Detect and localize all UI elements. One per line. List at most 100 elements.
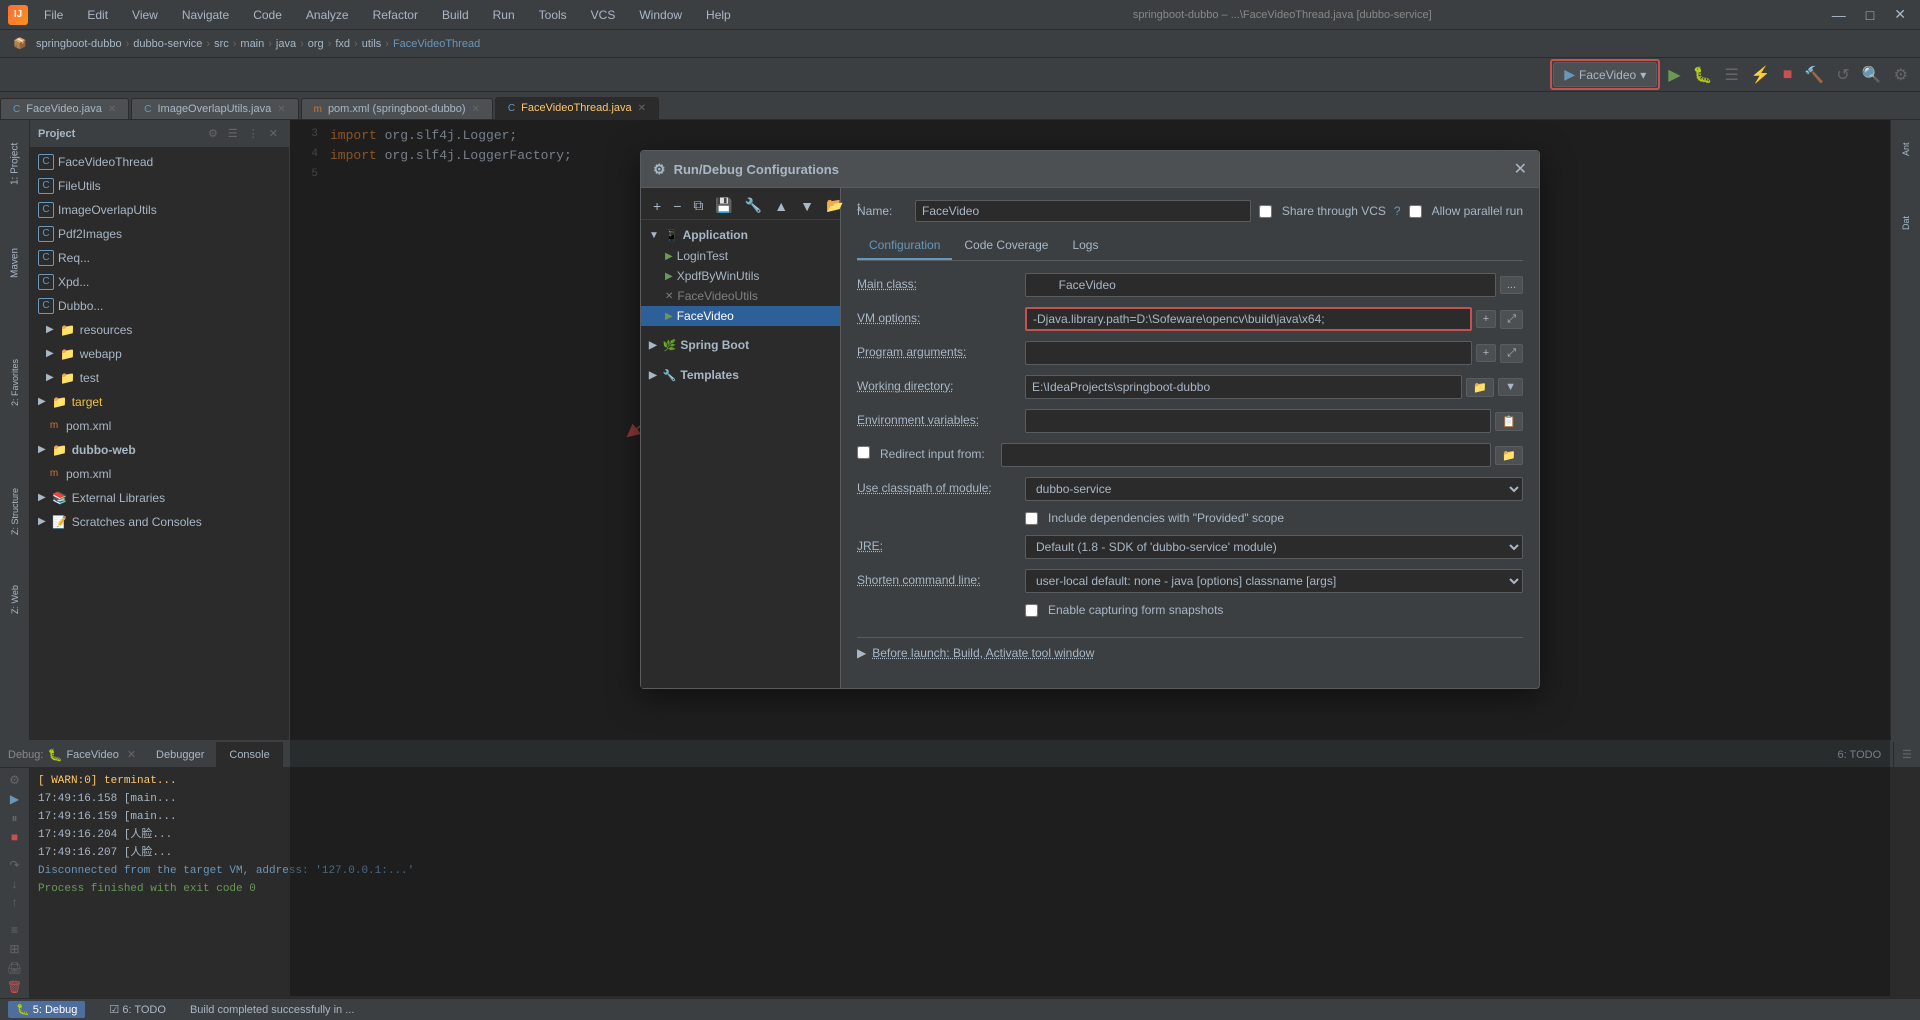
- redirect-input[interactable]: [1001, 443, 1492, 467]
- sidebar-structure-icon[interactable]: Z: Structure: [3, 476, 27, 546]
- right-sidebar-dat-icon[interactable]: Dat: [1894, 198, 1918, 248]
- panel-settings-button[interactable]: ⚙: [205, 126, 221, 141]
- config-item-logintest[interactable]: ▶ LoginTest: [641, 246, 840, 266]
- tree-item-pdf2images[interactable]: C Pdf2Images: [30, 222, 289, 246]
- debug-button[interactable]: 🐛: [1689, 63, 1717, 87]
- dialog-close-button[interactable]: ✕: [1514, 159, 1527, 179]
- tree-item-target[interactable]: ▶ 📁 target: [30, 390, 289, 414]
- parallel-run-checkbox[interactable]: [1409, 205, 1422, 218]
- build-button[interactable]: 🔨: [1800, 63, 1828, 87]
- code-menu[interactable]: Code: [245, 6, 290, 24]
- config-item-xpdfbywinutils[interactable]: ▶ XpdfByWinUtils: [641, 266, 840, 286]
- config-item-facevideo[interactable]: ▶ FaceVideo: [641, 306, 840, 326]
- status-debug-icon[interactable]: 🐛 5: Debug: [8, 1001, 85, 1018]
- tab-pomxml[interactable]: m pom.xml (springboot-dubbo) ✕: [301, 98, 493, 119]
- tree-item-resources[interactable]: ▶ 📁 resources: [30, 318, 289, 342]
- breadcrumb-dubbo-service[interactable]: dubbo-service: [133, 38, 202, 50]
- config-remove-button[interactable]: −: [669, 197, 685, 215]
- jre-select[interactable]: Default (1.8 - SDK of 'dubbo-service' mo…: [1025, 535, 1523, 559]
- include-deps-checkbox[interactable]: [1025, 512, 1038, 525]
- bottom-restart-button[interactable]: ⚙: [4, 772, 26, 789]
- sidebar-maven-icon[interactable]: Maven: [3, 238, 27, 288]
- tools-menu[interactable]: Tools: [531, 6, 575, 24]
- window-menu[interactable]: Window: [631, 6, 690, 24]
- config-copy-button[interactable]: ⧉: [689, 196, 707, 215]
- bottom-scroll-button[interactable]: ≡: [4, 921, 26, 938]
- redirect-checkbox[interactable]: [857, 446, 870, 459]
- tree-item-dubbo-web[interactable]: ▶ 📁 dubbo-web: [30, 438, 289, 462]
- env-vars-browse-button[interactable]: 📋: [1495, 412, 1523, 431]
- config-add-button[interactable]: +: [649, 197, 665, 215]
- close-button[interactable]: ✕: [1888, 4, 1912, 25]
- config-section-header-application[interactable]: ▼ 📱 Application: [641, 224, 840, 246]
- build-menu[interactable]: Build: [434, 6, 477, 24]
- settings-button[interactable]: ⚙: [1890, 63, 1912, 87]
- sidebar-web-icon[interactable]: Z: Web: [3, 580, 27, 620]
- debug-close[interactable]: ✕: [127, 748, 136, 761]
- panel-layout-button[interactable]: ☰: [225, 126, 241, 141]
- minimize-button[interactable]: —: [1826, 5, 1852, 25]
- bottom-trash-button[interactable]: 🗑: [4, 978, 26, 995]
- breadcrumb-src[interactable]: src: [214, 38, 229, 50]
- tree-item-imageoverlap[interactable]: C ImageOverlapUtils: [30, 198, 289, 222]
- tab-close-icon[interactable]: ✕: [108, 104, 116, 115]
- bottom-pause-button[interactable]: ⏸: [4, 810, 26, 827]
- breadcrumb-java[interactable]: java: [276, 38, 296, 50]
- config-wrench-button[interactable]: 🔧: [741, 196, 766, 215]
- config-save-button[interactable]: 💾: [711, 196, 736, 215]
- tab-facevideo-java[interactable]: C FaceVideo.java ✕: [0, 98, 129, 119]
- view-menu[interactable]: View: [124, 6, 166, 24]
- tree-item-pomxml1[interactable]: m pom.xml: [30, 414, 289, 438]
- search-button[interactable]: 🔍: [1858, 63, 1886, 87]
- program-args-input[interactable]: [1025, 341, 1472, 365]
- file-menu[interactable]: File: [36, 6, 71, 24]
- stop-button[interactable]: ■: [1779, 64, 1797, 86]
- classpath-select[interactable]: dubbo-service: [1025, 477, 1523, 501]
- tree-item-scratches[interactable]: ▶ 📝 Scratches and Consoles: [30, 510, 289, 534]
- bottom-step-into-button[interactable]: ↓: [4, 875, 26, 892]
- tree-item-fileutils[interactable]: C FileUtils: [30, 174, 289, 198]
- program-args-expand-button[interactable]: +: [1476, 344, 1496, 362]
- maximize-button[interactable]: □: [1860, 5, 1880, 25]
- run-button[interactable]: ▶: [1664, 63, 1684, 87]
- working-dir-browse-button[interactable]: 📁: [1466, 378, 1494, 397]
- vcs-menu[interactable]: VCS: [583, 6, 624, 24]
- analyze-menu[interactable]: Analyze: [298, 6, 357, 24]
- vm-options-expand-button[interactable]: +: [1476, 310, 1496, 328]
- profile-button[interactable]: ⚡: [1747, 63, 1775, 87]
- vm-options-input[interactable]: [1025, 307, 1472, 331]
- sidebar-project-icon[interactable]: 1: Project: [3, 124, 27, 204]
- breadcrumb-springboot[interactable]: springboot-dubbo: [36, 38, 122, 50]
- redirect-browse-button[interactable]: 📁: [1495, 446, 1523, 465]
- config-item-facevideoutils[interactable]: ✕ FaceVideoUtils: [641, 286, 840, 306]
- tab-imageoverlap[interactable]: C ImageOverlapUtils.java ✕: [131, 98, 298, 119]
- sync-button[interactable]: ↺: [1832, 63, 1853, 87]
- tree-item-xpd[interactable]: C Xpd...: [30, 270, 289, 294]
- tree-item-dubbo[interactable]: C Dubbo...: [30, 294, 289, 318]
- tab-close-icon[interactable]: ✕: [277, 104, 285, 115]
- before-launch-header[interactable]: ▶ Before launch: Build, Activate tool wi…: [857, 646, 1523, 660]
- shorten-select[interactable]: user-local default: none - java [options…: [1025, 569, 1523, 593]
- run-config-selector[interactable]: ▶ FaceVideo ▾: [1553, 62, 1657, 87]
- tree-item-req[interactable]: C Req...: [30, 246, 289, 270]
- breadcrumb-org[interactable]: org: [308, 38, 324, 50]
- tab-close-icon[interactable]: ✕: [638, 103, 646, 114]
- main-class-browse-button[interactable]: ...: [1500, 276, 1523, 294]
- tree-item-external-libs[interactable]: ▶ 📚 External Libraries: [30, 486, 289, 510]
- working-dir-input[interactable]: [1025, 375, 1462, 399]
- config-section-header-springboot[interactable]: ▶ 🌿 Spring Boot: [641, 334, 840, 356]
- tree-item-webapp[interactable]: ▶ 📁 webapp: [30, 342, 289, 366]
- tab-facevideothread[interactable]: C FaceVideoThread.java ✕: [495, 97, 659, 119]
- bottom-resume-button[interactable]: ▶: [4, 791, 26, 808]
- panel-close-button[interactable]: ✕: [266, 126, 281, 141]
- env-vars-input[interactable]: [1025, 409, 1491, 433]
- bottom-filter-button[interactable]: ⊞: [4, 940, 26, 957]
- tab-console[interactable]: Console: [217, 742, 282, 767]
- bottom-step-out-button[interactable]: ↑: [4, 894, 26, 911]
- vm-options-fullscreen-button[interactable]: ⤢: [1500, 310, 1523, 329]
- navigate-menu[interactable]: Navigate: [174, 6, 237, 24]
- status-todo-icon[interactable]: ☑ 6: TODO: [101, 1001, 174, 1018]
- tree-item-facevideo-thread[interactable]: C FaceVideoThread: [30, 150, 289, 174]
- working-dir-expand-button[interactable]: ▼: [1498, 378, 1523, 396]
- share-vcs-checkbox[interactable]: [1259, 205, 1272, 218]
